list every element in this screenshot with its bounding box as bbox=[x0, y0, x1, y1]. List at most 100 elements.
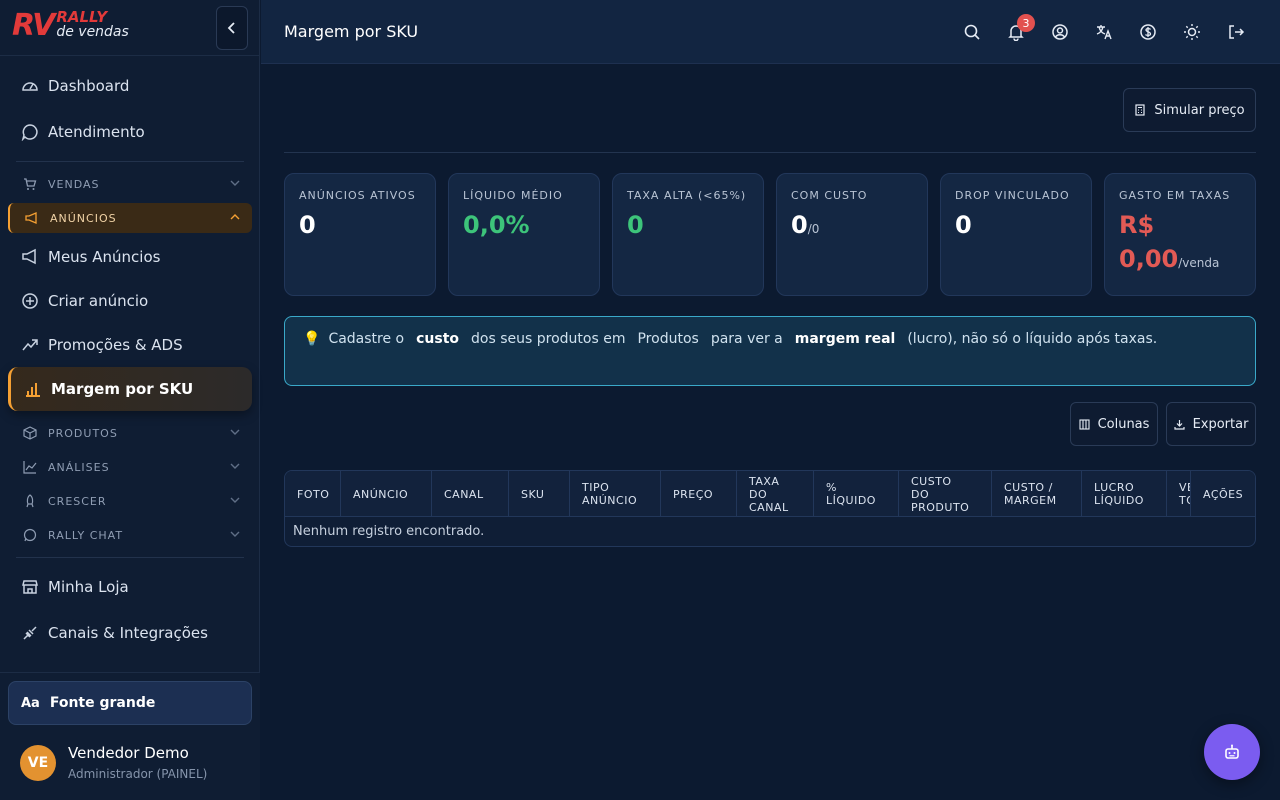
sidebar-item-minha-loja[interactable]: Minha Loja bbox=[8, 567, 252, 607]
column-header-custo-do-produto[interactable]: CUSTO DO PRODUTO bbox=[899, 471, 992, 517]
box-icon bbox=[22, 425, 38, 441]
stat-card-liquido-medio: LÍQUIDO MÉDIO 0,0% bbox=[448, 173, 600, 296]
sidebar-section-label: VENDAS bbox=[48, 177, 100, 191]
stat-label: LÍQUIDO MÉDIO bbox=[463, 189, 563, 202]
logout-icon[interactable] bbox=[1224, 20, 1248, 44]
search-icon[interactable] bbox=[960, 20, 984, 44]
sidebar-section-crescer[interactable]: CRESCER bbox=[8, 486, 252, 516]
account-icon[interactable] bbox=[1048, 20, 1072, 44]
stat-value: R$ 0,00/venda bbox=[1119, 211, 1241, 277]
sidebar-section-vendas[interactable]: VENDAS bbox=[8, 169, 252, 199]
translate-icon[interactable] bbox=[1092, 20, 1116, 44]
top-header: Margem por SKU 3 bbox=[261, 0, 1280, 64]
simulate-price-label: Simular preço bbox=[1154, 102, 1245, 118]
sidebar-item-promocoes[interactable]: Promoções & ADS bbox=[8, 325, 252, 365]
sidebar-section-label: PRODUTOS bbox=[48, 426, 118, 440]
column-header-lucro-liquido[interactable]: LUCRO LÍQUIDO bbox=[1082, 471, 1167, 517]
currency-icon[interactable] bbox=[1136, 20, 1160, 44]
chevron-down-icon bbox=[230, 495, 240, 505]
column-header-venda-total[interactable]: VE TO bbox=[1167, 471, 1191, 517]
content-divider bbox=[284, 152, 1256, 153]
store-icon bbox=[20, 577, 40, 597]
column-header-acoes[interactable]: AÇÕES bbox=[1191, 471, 1255, 517]
notification-badge: 3 bbox=[1017, 14, 1035, 32]
sidebar-section-label: RALLY CHAT bbox=[48, 528, 124, 542]
sidebar: RV RALLY de vendas Dashboard Atendimento… bbox=[0, 0, 260, 800]
assistant-bot-button[interactable] bbox=[1204, 724, 1260, 780]
stat-value-currency: R$ bbox=[1119, 211, 1155, 239]
stat-label: COM CUSTO bbox=[791, 189, 868, 202]
sun-icon[interactable] bbox=[1180, 20, 1204, 44]
bar-chart-icon bbox=[23, 379, 43, 399]
stat-card-gasto-em-taxas: GASTO EM TAXAS R$ 0,00/venda bbox=[1104, 173, 1256, 296]
page-title: Margem por SKU bbox=[284, 22, 419, 41]
sku-margin-table: FOTO ANÚNCIO CANAL SKU TIPO ANÚNCIO PREÇ… bbox=[284, 470, 1256, 547]
stat-value-suffix: /0 bbox=[807, 222, 820, 236]
sidebar-item-label: Canais & Integrações bbox=[48, 624, 208, 642]
chevron-down-icon bbox=[230, 529, 240, 539]
gauge-icon bbox=[20, 76, 40, 96]
info-text: para ver a bbox=[710, 331, 783, 347]
sidebar-section-label: ANÚNCIOS bbox=[50, 211, 117, 225]
sidebar-section-label: CRESCER bbox=[48, 494, 107, 508]
column-header-tipo-anuncio[interactable]: TIPO ANÚNCIO bbox=[570, 471, 661, 517]
sidebar-item-label: Atendimento bbox=[48, 123, 145, 141]
megaphone-icon bbox=[20, 247, 40, 267]
sidebar-item-atendimento[interactable]: Atendimento bbox=[8, 112, 252, 152]
logo-rally-text: RALLY bbox=[56, 8, 108, 26]
chevron-down-icon bbox=[230, 461, 240, 471]
column-header-foto[interactable]: FOTO bbox=[285, 471, 341, 517]
chat-bubble-icon bbox=[20, 122, 40, 142]
logo-vendas-text: de vendas bbox=[56, 24, 129, 40]
sidebar-item-margem-por-sku[interactable]: Margem por SKU bbox=[8, 367, 252, 411]
stat-value-number: 0,00 bbox=[1119, 245, 1179, 273]
sidebar-item-canais[interactable]: Canais & Integrações bbox=[8, 613, 252, 653]
plus-circle-icon bbox=[20, 291, 40, 311]
column-header-custo-margem[interactable]: CUSTO / MARGEM bbox=[992, 471, 1082, 517]
column-header-anuncio[interactable]: ANÚNCIO bbox=[341, 471, 432, 517]
stat-label: DROP VINCULADO bbox=[955, 189, 1070, 202]
sidebar-item-label: Criar anúncio bbox=[48, 292, 149, 310]
stat-card-drop-vinculado: DROP VINCULADO 0 bbox=[940, 173, 1092, 296]
sidebar-divider bbox=[16, 161, 244, 162]
sidebar-item-label: Meus Anúncios bbox=[48, 248, 161, 266]
stat-value: 0 bbox=[299, 211, 316, 239]
bell-icon[interactable]: 3 bbox=[1004, 14, 1035, 44]
avatar[interactable]: VE bbox=[20, 745, 56, 781]
info-text: dos seus produtos em bbox=[471, 331, 626, 347]
sidebar-item-meus-anuncios[interactable]: Meus Anúncios bbox=[8, 237, 252, 277]
rally-logo[interactable]: RV RALLY de vendas bbox=[12, 10, 129, 42]
info-link-produtos[interactable]: Produtos bbox=[637, 331, 698, 347]
sidebar-item-label: Promoções & ADS bbox=[48, 336, 183, 354]
column-header-percent-liquido[interactable]: % LÍQUIDO bbox=[814, 471, 899, 517]
column-header-canal[interactable]: CANAL bbox=[432, 471, 509, 517]
sidebar-section-anuncios[interactable]: ANÚNCIOS bbox=[8, 203, 252, 233]
lightbulb-icon: 💡 bbox=[303, 331, 321, 347]
stat-card-taxa-alta: TAXA ALTA (<65%) 0 bbox=[612, 173, 764, 296]
sidebar-item-criar-anuncio[interactable]: Criar anúncio bbox=[8, 281, 252, 321]
large-font-button[interactable]: Aa Fonte grande bbox=[8, 681, 252, 725]
column-header-preco[interactable]: PREÇO bbox=[661, 471, 737, 517]
info-banner: 💡 Cadastre o custo dos seus produtos em … bbox=[284, 316, 1256, 386]
simulate-price-button[interactable]: Simular preço bbox=[1123, 88, 1256, 132]
column-header-taxa-do-canal[interactable]: TAXA DO CANAL bbox=[737, 471, 814, 517]
columns-button[interactable]: Colunas bbox=[1070, 402, 1158, 446]
sidebar-section-produtos[interactable]: PRODUTOS bbox=[8, 418, 252, 448]
stat-value-number: 0 bbox=[791, 211, 808, 239]
sidebar-item-label: Dashboard bbox=[48, 77, 130, 95]
collapse-sidebar-button[interactable] bbox=[216, 6, 248, 50]
export-button[interactable]: Exportar bbox=[1166, 402, 1256, 446]
stat-value: 0,0% bbox=[463, 211, 530, 239]
info-highlight-custo: custo bbox=[416, 331, 460, 347]
column-header-sku[interactable]: SKU bbox=[509, 471, 570, 517]
chevron-up-icon bbox=[230, 212, 240, 222]
calculator-icon bbox=[1134, 104, 1146, 116]
table-header: FOTO ANÚNCIO CANAL SKU TIPO ANÚNCIO PREÇ… bbox=[285, 471, 1255, 517]
plug-icon bbox=[20, 623, 40, 643]
megaphone-icon bbox=[24, 210, 40, 226]
info-text: (lucro), não só o líquido após taxas. bbox=[907, 331, 1158, 347]
sidebar-section-analises[interactable]: ANÁLISES bbox=[8, 452, 252, 482]
stat-label: GASTO EM TAXAS bbox=[1119, 189, 1231, 202]
sidebar-item-dashboard[interactable]: Dashboard bbox=[8, 66, 252, 106]
sidebar-section-rally-chat[interactable]: RALLY CHAT bbox=[8, 520, 252, 550]
